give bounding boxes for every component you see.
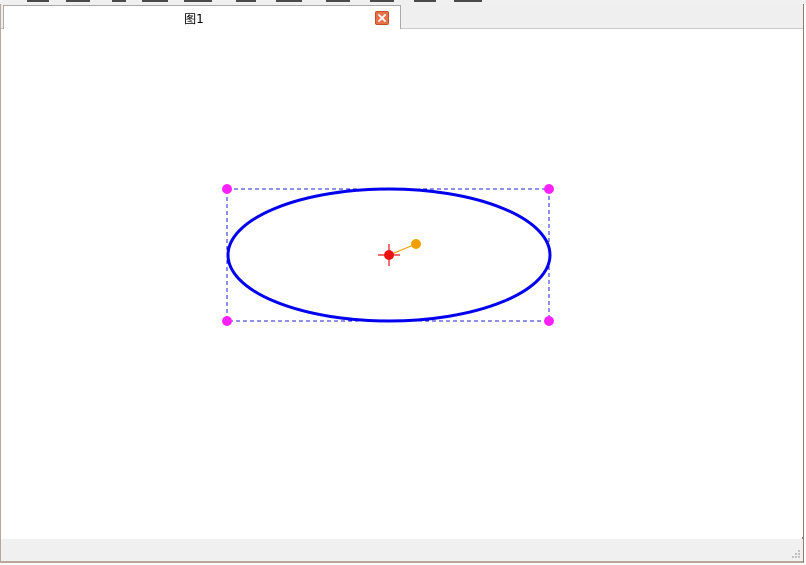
- resize-handle-bottom-right[interactable]: [544, 316, 554, 326]
- resize-grip-icon[interactable]: [791, 549, 801, 559]
- rotation-handle-icon[interactable]: [411, 239, 421, 249]
- tab-strip: 图1: [1, 4, 803, 30]
- resize-handle-top-left[interactable]: [222, 184, 232, 194]
- crosshair-icon[interactable]: [378, 244, 400, 266]
- document-window: 图1: [0, 4, 804, 563]
- drawing-canvas[interactable]: [1, 29, 803, 537]
- tab-figure-1[interactable]: 图1: [3, 5, 401, 30]
- resize-handle-bottom-left[interactable]: [222, 316, 232, 326]
- resize-handle-top-right[interactable]: [544, 184, 554, 194]
- canvas-drawing: [222, 184, 554, 326]
- close-icon[interactable]: [375, 11, 389, 25]
- tab-title: 图1: [184, 12, 204, 26]
- status-bar: [1, 539, 803, 561]
